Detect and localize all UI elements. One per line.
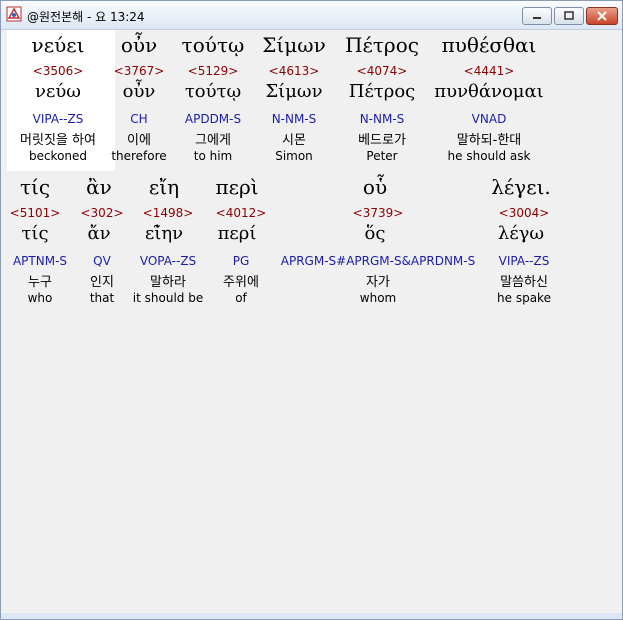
greek-word[interactable]: οὖν — [121, 33, 157, 57]
morph-code[interactable]: N-NM-S — [360, 112, 405, 126]
lemma: ὅς — [364, 223, 386, 244]
morph-code[interactable]: APDDM-S — [185, 112, 241, 126]
korean-gloss: 시몬 — [282, 133, 306, 148]
morph-code[interactable]: APRGM-S#APRGM-S&APRDNM-S — [281, 254, 475, 268]
morph-code[interactable]: N-NM-S — [272, 112, 317, 126]
lemma: ἄν — [87, 223, 111, 244]
english-gloss: it should be — [132, 291, 204, 305]
strong-number[interactable]: <4613> — [269, 64, 320, 78]
lemma: Σίμων — [265, 81, 323, 102]
window-title: @원전본해 - 요 13:24 — [27, 10, 145, 24]
morph-code[interactable]: VOPA--ZS — [140, 254, 196, 268]
greek-word[interactable]: περὶ — [215, 175, 258, 199]
morph-code[interactable]: CH — [130, 112, 147, 126]
lemma: οὖν — [122, 81, 156, 102]
strong-number[interactable]: <4074> — [357, 64, 408, 78]
strong-number[interactable]: <3739> — [353, 206, 404, 220]
strong-number[interactable]: <3767> — [114, 64, 165, 78]
greek-word[interactable]: νεύει — [32, 33, 85, 57]
morph-code[interactable]: VIPA--ZS — [499, 254, 550, 268]
strong-number[interactable]: <4441> — [464, 64, 515, 78]
close-button[interactable] — [586, 7, 618, 25]
greek-word[interactable]: Πέτρος — [345, 33, 419, 57]
strong-number[interactable]: <4012> — [216, 206, 267, 220]
close-icon — [597, 11, 607, 21]
korean-gloss: 자가 — [366, 275, 390, 290]
app-window: @원전본해 - 요 13:24 νεύει <3506> νεύω VIPA--… — [0, 0, 623, 620]
lemma: τίς — [21, 223, 49, 244]
strong-number[interactable]: <5101> — [10, 206, 61, 220]
english-gloss: whom — [359, 291, 397, 305]
english-gloss: beckoned — [28, 149, 88, 163]
strong-number[interactable]: <3004> — [499, 206, 550, 220]
morph-code[interactable]: PG — [233, 254, 250, 268]
greek-word[interactable]: λέγει. — [491, 175, 551, 199]
korean-gloss: 누구 — [28, 275, 52, 290]
strong-number[interactable]: <5129> — [188, 64, 239, 78]
english-gloss: who — [27, 291, 53, 305]
morph-code[interactable]: VIPA--ZS — [33, 112, 84, 126]
lemma: πυνθάνομαι — [434, 81, 544, 102]
korean-gloss: 베드로가 — [358, 133, 406, 148]
strong-number[interactable]: <302> — [80, 206, 123, 220]
korean-gloss: 이에 — [127, 133, 151, 148]
korean-gloss: 말하라 — [150, 275, 186, 290]
english-gloss: therefore — [111, 149, 167, 163]
english-gloss: he should ask — [447, 149, 531, 163]
lemma: εἰ̃ην — [144, 223, 184, 244]
greek-word[interactable]: πυθέσθαι — [442, 33, 537, 57]
lemma: περί — [217, 223, 257, 244]
korean-gloss: 말씀하신 — [500, 275, 548, 290]
strong-number[interactable]: <1498> — [143, 206, 194, 220]
window-bottom-border — [1, 613, 622, 619]
lemma: νεύω — [35, 81, 81, 102]
strong-number[interactable]: <3506> — [33, 64, 84, 78]
korean-gloss: 말하되-한대 — [456, 133, 522, 148]
english-gloss: that — [89, 291, 115, 305]
english-gloss: he spake — [497, 291, 551, 305]
english-gloss: Peter — [366, 149, 398, 163]
maximize-icon — [564, 11, 574, 20]
greek-word[interactable]: ἂν — [86, 175, 112, 199]
korean-gloss: 머릿짓을 하여 — [20, 133, 96, 148]
lemma: Πέτρος — [348, 81, 416, 102]
english-gloss: Simon — [275, 149, 313, 163]
greek-word[interactable]: οὗ — [363, 175, 387, 199]
greek-word[interactable]: τίς — [20, 175, 50, 199]
interlinear-panel: νεύει <3506> νεύω VIPA--ZS 머릿짓을 하여 becko… — [7, 30, 615, 613]
english-gloss: of — [235, 291, 247, 305]
morph-code[interactable]: VNAD — [472, 112, 507, 126]
minimize-icon — [533, 17, 541, 19]
korean-gloss: 인지 — [90, 275, 114, 290]
app-icon — [6, 6, 22, 22]
lemma: λέγω — [497, 223, 545, 244]
title-bar[interactable]: @원전본해 - 요 13:24 — [1, 1, 622, 30]
maximize-button[interactable] — [554, 7, 584, 25]
greek-word[interactable]: τούτῳ — [182, 33, 245, 57]
english-gloss: to him — [193, 149, 233, 163]
morph-code[interactable]: QV — [93, 254, 111, 268]
lemma: τούτῳ — [184, 81, 242, 102]
korean-gloss: 주위에 — [223, 275, 259, 290]
minimize-button[interactable] — [522, 7, 552, 25]
morph-code[interactable]: APTNM-S — [13, 254, 67, 268]
korean-gloss: 그에게 — [195, 133, 231, 148]
greek-word[interactable]: εἴη — [149, 175, 179, 199]
greek-word[interactable]: Σίμων — [262, 33, 325, 57]
